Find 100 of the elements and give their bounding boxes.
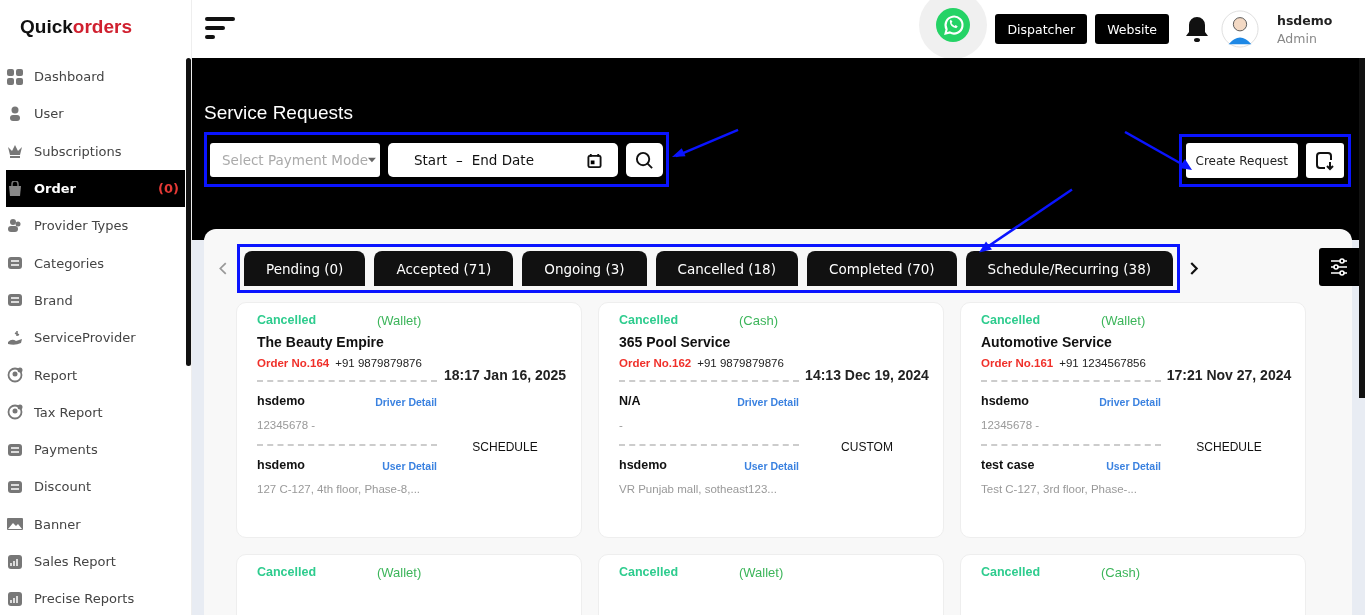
status-tab[interactable]: Accepted (71) [374, 251, 514, 286]
date-time: 17:21 Nov 27, 2024 [1166, 366, 1292, 383]
date-time: 18:17 Jan 16, 2025 [443, 366, 567, 383]
logo: Quickorders [20, 16, 132, 39]
status-label: Cancelled [981, 313, 1042, 328]
status-label: Cancelled [619, 313, 680, 328]
driver-info: 12345678 - [257, 418, 316, 433]
filter-button[interactable] [1319, 248, 1359, 286]
request-type: SCHEDULE [472, 440, 538, 455]
crown-icon [7, 143, 23, 160]
order-number: Order No.161 [981, 357, 1054, 369]
sidebar-item[interactable]: Subscriptions [6, 132, 185, 170]
status-tab[interactable]: Completed (70) [806, 251, 957, 286]
status-tab[interactable]: Pending (0) [244, 251, 366, 286]
payment-method: (Cash) [739, 313, 778, 328]
request-type: CUSTOM [841, 440, 893, 455]
status-label: Cancelled [257, 313, 318, 328]
sidebar-item[interactable]: User [6, 95, 185, 133]
driver-name: hsdemo [981, 394, 1029, 408]
driver-info: 12345678 - [981, 418, 1040, 433]
user-detail-link[interactable]: User Detail [1106, 460, 1161, 472]
status-tab[interactable]: Ongoing (3) [522, 251, 647, 286]
bag-icon [7, 180, 23, 197]
user-detail-link[interactable]: User Detail [382, 460, 437, 472]
user-role: Admin [1277, 30, 1318, 46]
person-circle-icon [7, 367, 23, 383]
person-circle-icon [7, 404, 23, 421]
user-detail-link[interactable]: User Detail [744, 460, 799, 472]
order-number: Order No.162 [619, 357, 692, 369]
image-icon [7, 516, 23, 533]
status-label: Cancelled [981, 565, 1042, 580]
sidebar-item[interactable]: Discount [6, 468, 185, 506]
chevron-right-icon[interactable] [1190, 262, 1199, 275]
business-name: The Beauty Empire [257, 334, 385, 350]
list-icon [7, 255, 23, 272]
sliders-icon [1329, 257, 1349, 277]
search-icon [635, 150, 654, 170]
header-button[interactable]: Website [1095, 14, 1169, 44]
driver-name: hsdemo [257, 394, 305, 408]
hand-icon [7, 329, 23, 346]
page-title: Service Requests [204, 102, 354, 124]
sidebar-item[interactable]: Tax Report [6, 393, 185, 431]
status-tab[interactable]: Schedule/Recurring (38) [965, 251, 1173, 286]
header-button[interactable]: Dispatcher [995, 14, 1088, 44]
bell-icon[interactable] [1185, 15, 1209, 43]
address: Test C-127, 3rd floor, Phase-... [981, 482, 1137, 497]
address: 127 C-127, 4th floor, Phase-8,... [257, 482, 421, 497]
person-icon [7, 105, 23, 122]
payment-method: (Cash) [1101, 565, 1140, 580]
export-icon [1315, 150, 1335, 171]
payment-method: (Wallet) [377, 313, 422, 328]
business-name: Automotive Service [981, 334, 1113, 350]
status-label: Cancelled [619, 565, 680, 580]
sidebar-item[interactable]: Precise Reports [6, 580, 185, 615]
request-type: SCHEDULE [1196, 440, 1262, 455]
sidebar-item[interactable]: Banner [6, 505, 185, 543]
request-card[interactable]: Cancelled (Wallet) Automotive Service Order No.161 +91 1234567856 hsdemo Driver Detail 12345678 - test case User Detail Test C-127, 3rd floor, Phase-... 17:21 Nov 27, 2024 SCHEDULE [960, 302, 1306, 538]
phone-number: +91 9879879876 [335, 357, 422, 369]
sidebar-item[interactable]: ServiceProvider [6, 319, 185, 357]
sidebar-item[interactable]: Dashboard [6, 58, 185, 96]
payment-method: (Wallet) [739, 565, 784, 580]
create-request-button[interactable]: Create Request [1185, 143, 1298, 178]
people-icon [7, 217, 23, 234]
avatar-icon[interactable] [1221, 10, 1259, 48]
export-button[interactable] [1306, 143, 1344, 178]
request-card[interactable]: Cancelled (Wallet) The Beauty Empire Order No.164 +91 9879879876 hsdemo Driver Detail 12345678 - hsdemo User Detail 127 C-127, 4th floor, Phase-8,... 18:17 Jan 16, 2025 SCHEDULE [236, 302, 582, 538]
sidebar-item[interactable]: Order (0) [6, 169, 185, 208]
request-card[interactable]: Cancelled (Cash) 365 Pool Service Order No.162 +91 9879879876 N/A Driver Detail - hsdemo User Detail VR Punjab mall, sotheast123... 14:13 Dec 19, 2024 CUSTOM [598, 302, 944, 538]
phone-number: +91 9879879876 [697, 357, 784, 369]
calendar-icon [587, 152, 602, 168]
driver-detail-link[interactable]: Driver Detail [737, 396, 799, 408]
search-button[interactable] [626, 143, 663, 177]
user-name: hsdemo [619, 458, 667, 472]
phone-number: +91 1234567856 [1059, 357, 1146, 369]
driver-detail-link[interactable]: Driver Detail [1099, 396, 1161, 408]
sidebar-item[interactable]: Report [6, 356, 185, 394]
sidebar-item[interactable]: Categories [6, 244, 185, 282]
driver-info: - [619, 418, 623, 433]
status-label: Cancelled [257, 565, 318, 580]
address: VR Punjab mall, sotheast123... [619, 482, 777, 497]
payment-method: (Wallet) [1101, 313, 1146, 328]
business-name: 365 Pool Service [619, 334, 732, 350]
caret-icon [368, 157, 376, 163]
user-name: test case [981, 458, 1035, 472]
sidebar-item[interactable]: Sales Report [6, 542, 185, 581]
chevron-left-icon[interactable] [218, 262, 227, 275]
user-name: hsdemo [257, 458, 305, 472]
payment-method: (Wallet) [377, 565, 422, 580]
driver-detail-link[interactable]: Driver Detail [375, 396, 437, 408]
sidebar-item[interactable]: Brand [6, 281, 185, 320]
annotation-arrow [672, 128, 740, 159]
menu-icon[interactable] [205, 17, 235, 41]
grid-icon [7, 68, 23, 85]
phone-bubble-icon [936, 8, 971, 42]
date-range-field[interactable]: Start – End Date [388, 143, 618, 177]
date-time: 14:13 Dec 19, 2024 [805, 366, 929, 383]
status-tab[interactable]: Cancelled (18) [655, 251, 798, 286]
sidebar-item[interactable]: Payments [6, 430, 185, 469]
chart-icon [7, 590, 23, 607]
sidebar-item[interactable]: Provider Types [6, 207, 185, 245]
